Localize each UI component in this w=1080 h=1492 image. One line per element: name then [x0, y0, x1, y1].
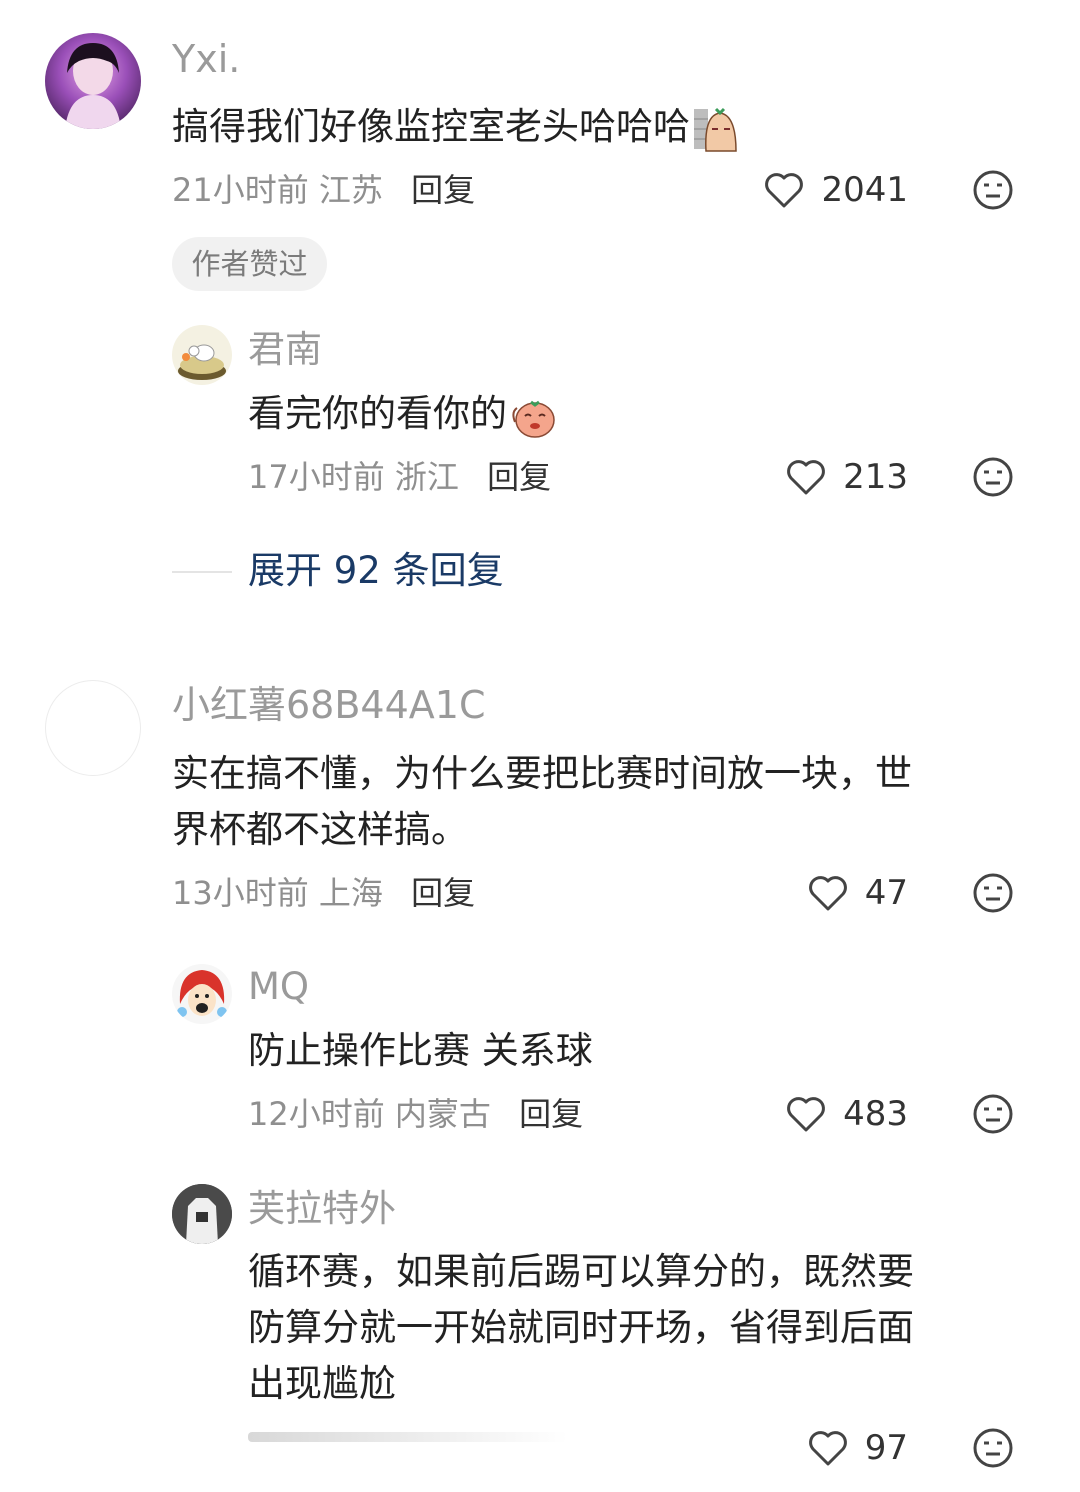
avatar-fulatewai[interactable]	[172, 1184, 232, 1244]
shirt-photo-avatar-icon	[172, 1184, 232, 1244]
like-button[interactable]: 213	[785, 454, 908, 500]
heart-icon	[787, 460, 825, 495]
blank-avatar-icon	[46, 681, 140, 775]
cartoon-face-avatar-icon	[177, 970, 227, 1017]
neutral-face-icon[interactable]	[972, 169, 1014, 211]
comment-text-line: 实在搞不懂，为什么要把比赛时间放一块，世	[172, 752, 912, 795]
comment-text: 看完你的看你的	[248, 386, 555, 442]
like-button[interactable]: 2041	[763, 167, 908, 213]
comment-text-content: 看完你的看你的	[248, 392, 507, 435]
comment-text-line: 防算分就一开始就同时开场，省得到后面	[248, 1306, 914, 1349]
avatar-junnan[interactable]	[172, 325, 232, 385]
comment-text: 搞得我们好像监控室老头哈哈哈	[172, 99, 738, 155]
like-button[interactable]: 47	[807, 870, 908, 916]
comment-time: 12小时前	[248, 1095, 385, 1133]
like-button[interactable]: 97	[807, 1425, 908, 1471]
avatar-xiaohongshu[interactable]	[45, 680, 141, 776]
comment-text-line: 循环赛，如果前后踢可以算分的，既然要	[248, 1250, 914, 1293]
neutral-face-icon[interactable]	[972, 1093, 1014, 1135]
avatar-yxi[interactable]	[45, 33, 141, 129]
comment-meta: 13小时前 上海 回复	[172, 873, 475, 913]
reply-button[interactable]: 回复	[411, 171, 475, 209]
heart-icon	[808, 1431, 847, 1466]
neutral-face-icon[interactable]	[972, 1427, 1014, 1469]
heart-icon	[787, 1097, 825, 1132]
comment-text-content: 搞得我们好像监控室老头哈哈哈	[172, 105, 690, 148]
comment-text: 防止操作比赛 关系球	[248, 1029, 593, 1072]
shy-potato-sticker-icon	[512, 400, 555, 438]
expand-divider	[172, 571, 232, 573]
comment-location: 浙江	[394, 458, 459, 496]
like-button[interactable]: 483	[785, 1091, 908, 1137]
peeking-potato-sticker-icon	[694, 107, 737, 152]
author-liked-badge: 作者赞过	[172, 237, 327, 291]
username[interactable]: 小红薯68B44A1C	[172, 682, 485, 728]
neutral-face-icon[interactable]	[972, 456, 1014, 498]
comment-text: 实在搞不懂，为什么要把比赛时间放一块，世 界杯都不这样搞。	[172, 746, 912, 858]
like-count: 2041	[821, 170, 908, 210]
like-count: 213	[843, 457, 908, 497]
heart-icon	[765, 173, 804, 208]
username[interactable]: MQ	[248, 964, 309, 1010]
comment-meta: 12小时前 内蒙古 回复	[248, 1094, 583, 1134]
expand-replies-link[interactable]: 展开 92 条回复	[248, 547, 504, 595]
comment-text-line: 出现尴尬	[248, 1362, 396, 1405]
girl-photo-avatar-icon	[65, 43, 121, 129]
comment-time: 13小时前	[172, 874, 309, 912]
neutral-face-icon[interactable]	[972, 872, 1014, 914]
duck-cartoon-avatar-icon	[178, 344, 226, 380]
comment-location: 江苏	[318, 171, 383, 209]
comment-meta-placeholder	[248, 1432, 568, 1442]
reply-button[interactable]: 回复	[411, 874, 475, 912]
heart-icon	[808, 876, 847, 911]
like-count: 47	[864, 873, 908, 913]
comment-meta: 21小时前 江苏 回复	[172, 170, 475, 210]
comment-time: 17小时前	[248, 458, 385, 496]
like-count: 97	[864, 1428, 908, 1468]
username[interactable]: Yxi.	[172, 36, 240, 82]
avatar-mq[interactable]	[172, 964, 232, 1024]
like-count: 483	[843, 1094, 908, 1134]
comment-time: 21小时前	[172, 171, 309, 209]
username[interactable]: 君南	[248, 327, 322, 373]
comment-text: 循环赛，如果前后踢可以算分的，既然要 防算分就一开始就同时开场，省得到后面 出现…	[248, 1244, 914, 1412]
reply-button[interactable]: 回复	[487, 458, 551, 496]
username[interactable]: 芙拉特外	[248, 1186, 396, 1232]
comment-location: 上海	[318, 874, 383, 912]
comment-meta: 17小时前 浙江 回复	[248, 457, 551, 497]
reply-button[interactable]: 回复	[519, 1095, 583, 1133]
comment-text-line: 界杯都不这样搞。	[172, 808, 468, 851]
comment-location: 内蒙古	[394, 1095, 491, 1133]
